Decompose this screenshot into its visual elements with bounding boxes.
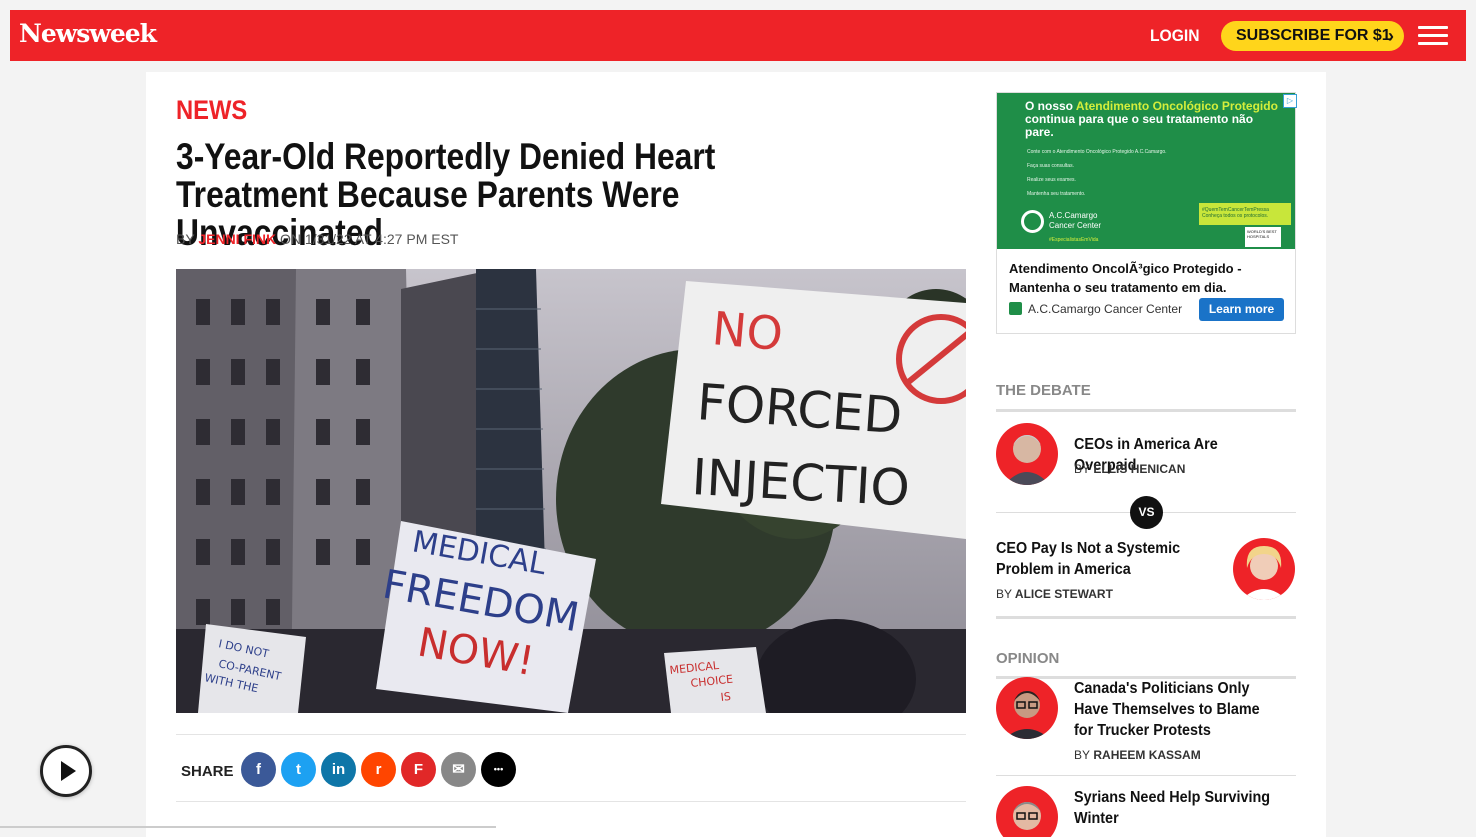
subscribe-button[interactable]: SUBSCRIBE FOR $1 › [1221,21,1404,51]
flipboard-icon[interactable]: F [401,752,436,787]
content-card: NEWS 3-Year-Old Reportedly Denied Heart … [146,72,1326,837]
comment-icon[interactable]: ••• [481,752,516,787]
play-icon[interactable] [40,745,92,797]
ad-logo-text: A.C.Camargo Cancer Center [1049,211,1102,230]
ad-headline: O nosso Atendimento Oncológico Protegido… [1025,99,1278,139]
opinion-heading: OPINION [996,650,1060,667]
section-label[interactable]: NEWS [176,95,247,126]
opinion-divider [996,775,1296,776]
opinion-item-title[interactable]: Canada's Politicians Only Have Themselve… [1074,678,1281,741]
sponsor-logo-icon [1009,302,1022,315]
avatar[interactable] [996,423,1058,485]
avatar[interactable] [996,677,1058,739]
reddit-icon[interactable]: r [361,752,396,787]
debate-heading: THE DEBATE [996,382,1091,399]
linkedin-icon[interactable]: in [321,752,356,787]
debate-item-title[interactable]: CEO Pay Is Not a Systemic Problem in Ame… [996,538,1185,580]
twitter-icon[interactable]: t [281,752,316,787]
subscribe-label: SUBSCRIBE FOR $1 [1236,27,1391,44]
learn-more-button[interactable]: Learn more [1199,298,1284,321]
opinion-item-title[interactable]: Syrians Need Help Surviving Winter [1074,787,1281,829]
ad-choices-icon[interactable]: ▷ [1283,94,1297,108]
ad-hashtag: #EspecialistasEmVida [1049,237,1099,243]
ad-logo-icon [1021,210,1044,233]
byline-date: ON 1/31/22 AT 4:27 PM EST [280,231,459,247]
hero-image: NO FORCED INJECTIO MEDICAL FREEDOM NOW! … [176,269,966,713]
avatar[interactable] [996,786,1058,837]
debate-rule [996,409,1296,412]
ad-body-text[interactable]: Atendimento OncolÃ³gico Protegido - Mant… [1009,259,1279,297]
ad-tag: #QuemTemCancerTemPressa Conheça todos os … [1199,203,1291,225]
sign1-line1: NO [710,301,785,361]
chevron-right-icon: › [1388,26,1394,46]
ad-sponsor: A.C.Camargo Cancer Center [1009,301,1182,317]
hamburger-icon[interactable] [1418,26,1448,46]
sidebar-ad[interactable]: O nosso Atendimento Oncológico Protegido… [996,92,1297,334]
sign4-line3: IS [720,690,732,704]
share-bar: SHARE f t in r F ✉ ••• [176,734,966,802]
email-icon[interactable]: ✉ [441,752,476,787]
ad-list: Conte com o Atendimento Oncológico Prote… [1027,149,1167,197]
author-link[interactable]: JENNI FINK [198,231,276,247]
login-link[interactable]: LOGIN [1150,26,1200,46]
site-header: Newsweek LOGIN SUBSCRIBE FOR $1 › [10,10,1466,61]
byline-prefix: BY [176,231,195,247]
newsweek-logo[interactable]: Newsweek [19,19,157,48]
ad-badge: WORLD'S BEST HOSPITALS [1245,227,1281,247]
debate-item-byline: BY ELLIS HENICAN [1074,462,1186,476]
facebook-icon[interactable]: f [241,752,276,787]
share-label: SHARE [181,763,234,780]
ad-banner[interactable]: O nosso Atendimento Oncológico Protegido… [997,93,1295,249]
opinion-item-byline: BY RAHEEM KASSAM [1074,748,1201,762]
debate-rule-bottom [996,616,1296,619]
video-player-strip [0,826,496,828]
debate-item-byline: BY ALICE STEWART [996,587,1113,601]
sign1-line3: INJECTIO [690,448,911,517]
vs-badge: VS [1130,496,1163,529]
avatar[interactable] [1233,538,1295,600]
byline: BY JENNI FINK ON 1/31/22 AT 4:27 PM EST [176,231,458,247]
